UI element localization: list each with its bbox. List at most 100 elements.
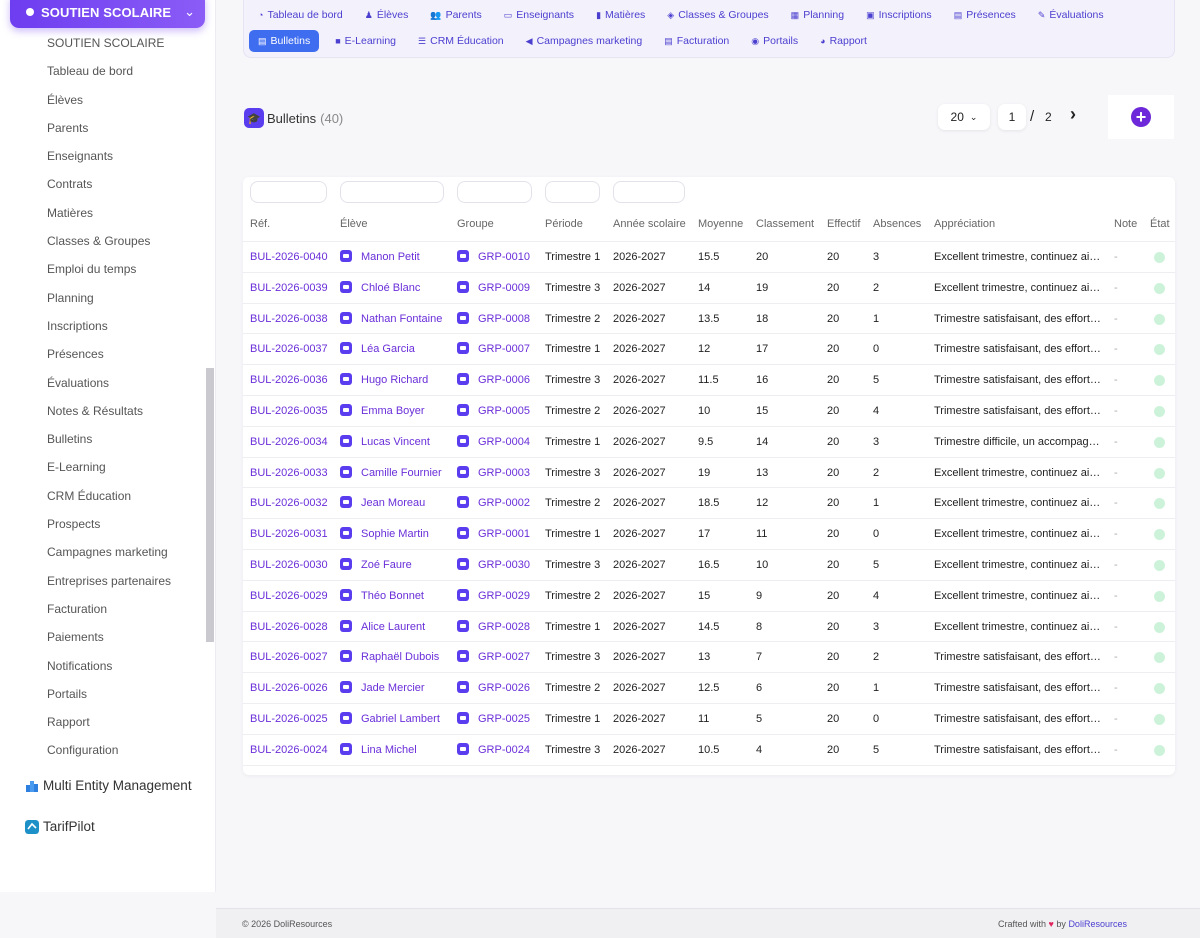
sidebar-module-tarifpilot[interactable]: TarifPilot xyxy=(25,819,95,834)
page-number-input[interactable]: 1 xyxy=(998,104,1026,130)
cell-groupe[interactable]: GRP-0003 xyxy=(457,458,543,489)
cell-ref[interactable]: BUL-2026-0031 xyxy=(250,519,332,550)
table-row[interactable]: BUL-2026-0028 Alice Laurent GRP-0028 Trimes… xyxy=(243,610,1175,643)
sidebar-item-rapport[interactable]: Rapport xyxy=(47,708,171,736)
groupe-link[interactable]: GRP-0010 xyxy=(478,251,530,263)
groupe-link[interactable]: GRP-0003 xyxy=(478,467,530,479)
cell-eleve[interactable]: Jean Moreau xyxy=(340,488,450,519)
cell-groupe[interactable]: GRP-0001 xyxy=(457,519,543,550)
eleve-link[interactable]: Emma Boyer xyxy=(361,405,425,417)
eleve-link[interactable]: Alice Laurent xyxy=(361,621,425,633)
cell-ref[interactable]: BUL-2026-0034 xyxy=(250,427,332,458)
cell-eleve[interactable]: Alice Laurent xyxy=(340,612,450,643)
cell-groupe[interactable]: GRP-0009 xyxy=(457,273,543,304)
sidebar-item-evaluations[interactable]: Évaluations xyxy=(47,369,171,397)
table-row[interactable]: BUL-2026-0027 Raphaël Dubois GRP-0027 Trime… xyxy=(243,641,1175,672)
eleve-link[interactable]: Hugo Richard xyxy=(361,374,428,386)
sidebar-item-presences[interactable]: Présences xyxy=(47,340,171,368)
sidebar-item-notifications[interactable]: Notifications xyxy=(47,652,171,680)
tab-rapport[interactable]: ◕ Rapport xyxy=(814,30,873,52)
eleve-link[interactable]: Théo Bonnet xyxy=(361,590,424,602)
tab-e-learning[interactable]: ■ E-Learning xyxy=(329,30,402,52)
groupe-link[interactable]: GRP-0008 xyxy=(478,313,530,325)
sidebar-module-multi-entity[interactable]: Multi Entity Management xyxy=(25,778,192,793)
filter-periode-input[interactable] xyxy=(545,181,600,203)
module-selector[interactable]: SOUTIEN SCOLAIRE ⌄ xyxy=(10,0,205,28)
sidebar-item-enseignants[interactable]: Enseignants xyxy=(47,142,171,170)
table-row[interactable]: BUL-2026-0033 Camille Fournier GRP-0003 Tri… xyxy=(243,456,1175,489)
tab-enseignants[interactable]: ▭ Enseignants xyxy=(498,4,580,26)
sidebar-item-campagnes-marketing[interactable]: Campagnes marketing xyxy=(47,538,171,566)
cell-ref[interactable]: BUL-2026-0025 xyxy=(250,704,332,735)
per-page-select[interactable]: 20 ⌄ xyxy=(938,104,990,130)
table-row[interactable]: BUL-2026-0034 Lucas Vincent GRP-0004 Trimes… xyxy=(243,425,1175,458)
cell-groupe[interactable]: GRP-0002 xyxy=(457,488,543,519)
cell-eleve[interactable]: Raphaël Dubois xyxy=(340,642,450,673)
eleve-link[interactable]: Chloé Blanc xyxy=(361,282,420,294)
next-page-button[interactable]: › xyxy=(1070,104,1076,125)
sidebar-item-e-learning[interactable]: E-Learning xyxy=(47,453,171,481)
cell-ref[interactable]: BUL-2026-0038 xyxy=(250,304,332,335)
tab-evaluations[interactable]: ✎ Évaluations xyxy=(1032,4,1110,26)
groupe-link[interactable]: GRP-0030 xyxy=(478,559,530,571)
cell-eleve[interactable]: Camille Fournier xyxy=(340,458,450,489)
eleve-link[interactable]: Jade Mercier xyxy=(361,682,425,694)
tab-parents[interactable]: 👥 Parents xyxy=(424,4,487,26)
cell-groupe[interactable]: GRP-0025 xyxy=(457,704,543,735)
cell-eleve[interactable]: Chloé Blanc xyxy=(340,273,450,304)
table-row[interactable]: BUL-2026-0024 Lina Michel GRP-0024 Trimestr… xyxy=(243,733,1175,765)
groupe-link[interactable]: GRP-0024 xyxy=(478,744,530,756)
eleve-link[interactable]: Zoé Faure xyxy=(361,559,412,571)
eleve-link[interactable]: Léa Garcia xyxy=(361,343,415,355)
groupe-link[interactable]: GRP-0028 xyxy=(478,621,530,633)
cell-groupe[interactable]: GRP-0010 xyxy=(457,242,543,273)
column-header-appreciation[interactable]: Appréciation xyxy=(934,218,995,230)
eleve-link[interactable]: Nathan Fontaine xyxy=(361,313,442,325)
table-row[interactable]: BUL-2026-0031 Sophie Martin GRP-0001 Trimes… xyxy=(243,518,1175,549)
sidebar-item-contrats[interactable]: Contrats xyxy=(47,170,171,198)
column-header-ref[interactable]: Réf. xyxy=(250,218,270,230)
cell-groupe[interactable]: GRP-0026 xyxy=(457,673,543,704)
cell-eleve[interactable]: Manon Petit xyxy=(340,242,450,273)
cell-groupe[interactable]: GRP-0006 xyxy=(457,365,543,396)
groupe-link[interactable]: GRP-0004 xyxy=(478,436,530,448)
sidebar-item-inscriptions[interactable]: Inscriptions xyxy=(47,312,171,340)
cell-eleve[interactable]: Emma Boyer xyxy=(340,396,450,427)
eleve-link[interactable]: Lucas Vincent xyxy=(361,436,430,448)
cell-eleve[interactable]: Sophie Martin xyxy=(340,519,450,550)
groupe-link[interactable]: GRP-0006 xyxy=(478,374,530,386)
eleve-link[interactable]: Lina Michel xyxy=(361,744,417,756)
eleve-link[interactable]: Raphaël Dubois xyxy=(361,651,439,663)
cell-ref[interactable]: BUL-2026-0028 xyxy=(250,612,332,643)
sidebar-item-eleves[interactable]: Élèves xyxy=(47,86,171,114)
cell-ref[interactable]: BUL-2026-0030 xyxy=(250,550,332,581)
sidebar-scrollbar[interactable] xyxy=(206,368,214,642)
cell-ref[interactable]: BUL-2026-0039 xyxy=(250,273,332,304)
sidebar-item-portails[interactable]: Portails xyxy=(47,680,171,708)
groupe-link[interactable]: GRP-0027 xyxy=(478,651,530,663)
eleve-link[interactable]: Camille Fournier xyxy=(361,467,442,479)
footer-brand-link[interactable]: DoliResources xyxy=(1068,919,1127,929)
cell-groupe[interactable]: GRP-0028 xyxy=(457,612,543,643)
eleve-link[interactable]: Gabriel Lambert xyxy=(361,713,440,725)
tab-bulletins[interactable]: ▤ Bulletins xyxy=(249,30,320,52)
groupe-link[interactable]: GRP-0009 xyxy=(478,282,530,294)
add-bulletin-button[interactable]: + xyxy=(1108,95,1174,139)
table-row[interactable]: BUL-2026-0037 Léa Garcia GRP-0007 Trimestre… xyxy=(243,333,1175,364)
sidebar-item-tableau-de-bord[interactable]: Tableau de bord xyxy=(47,57,171,85)
cell-eleve[interactable]: Zoé Faure xyxy=(340,550,450,581)
column-header-periode[interactable]: Période xyxy=(545,218,583,230)
tab-inscriptions[interactable]: ▣ Inscriptions xyxy=(860,4,938,26)
column-header-eleve[interactable]: Élève xyxy=(340,218,368,230)
table-row[interactable]: BUL-2026-0038 Nathan Fontaine GRP-0008 Trim… xyxy=(243,302,1175,335)
tab-matieres[interactable]: ▮ Matières xyxy=(590,4,651,26)
groupe-link[interactable]: GRP-0007 xyxy=(478,343,530,355)
cell-eleve[interactable]: Lucas Vincent xyxy=(340,427,450,458)
tab-portails[interactable]: ◉ Portails xyxy=(745,30,804,52)
tab-presences[interactable]: ▤ Présences xyxy=(948,4,1022,26)
cell-ref[interactable]: BUL-2026-0035 xyxy=(250,396,332,427)
tab-eleves[interactable]: ♟ Élèves xyxy=(359,4,415,26)
tab-tableau-de-bord[interactable]: ◔ Tableau de bord xyxy=(252,4,349,26)
sidebar-item-matieres[interactable]: Matières xyxy=(47,199,171,227)
column-header-etat[interactable]: État xyxy=(1150,218,1170,230)
